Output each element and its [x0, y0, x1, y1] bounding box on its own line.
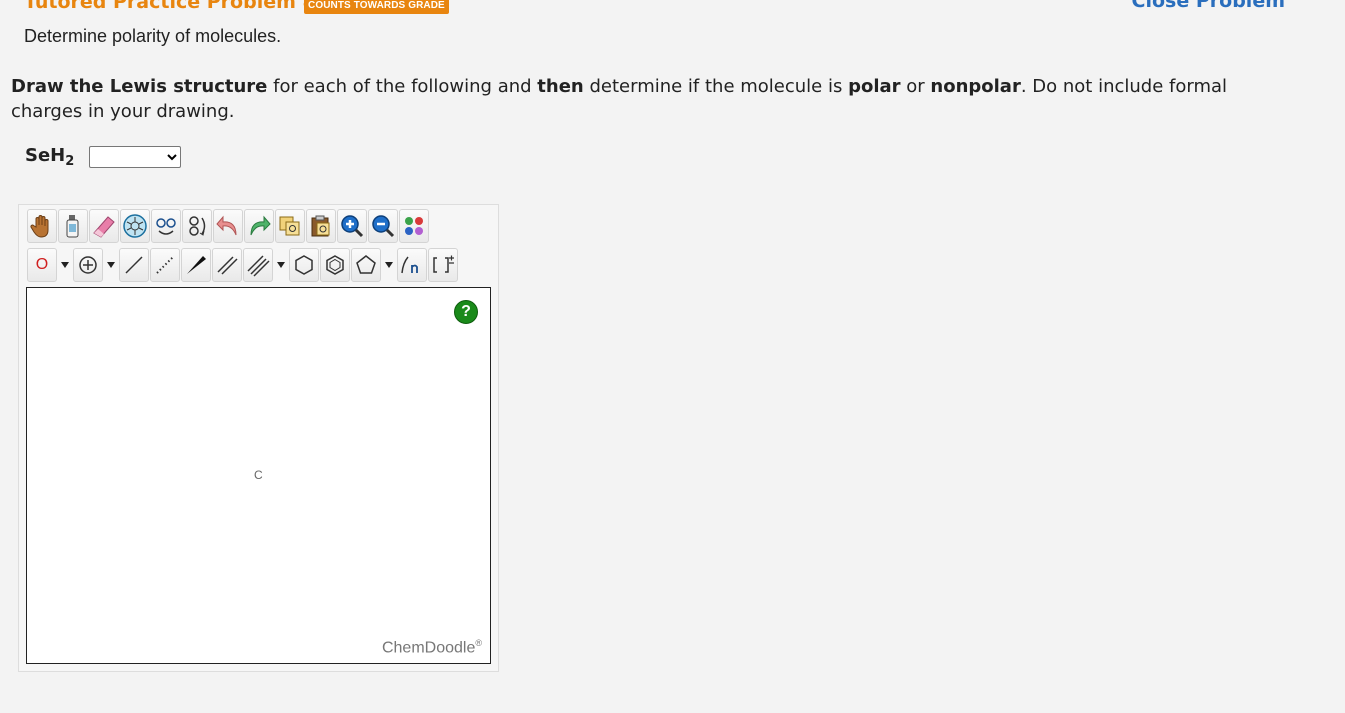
instr-bold-7: nonpolar [930, 76, 1021, 97]
molecule-clean-icon [156, 218, 176, 235]
triangle-down-icon [61, 262, 69, 268]
instr-text-4: determine if the molecule is [583, 76, 849, 97]
grade-badge: COUNTS TOWARDS GRADE [304, 0, 449, 14]
undo-button[interactable] [213, 209, 243, 243]
hexagon-icon [295, 255, 313, 275]
single-bond-button[interactable] [119, 248, 149, 282]
chain-button[interactable] [397, 248, 427, 282]
single-bond-icon [125, 256, 143, 274]
formula-symbol: SeH [25, 145, 66, 166]
benzene-button[interactable] [320, 248, 350, 282]
ring-dropdown-arrow[interactable] [382, 248, 396, 282]
wedge-bond-button[interactable] [181, 248, 211, 282]
cyclopentane-button[interactable] [351, 248, 381, 282]
atom-label-text: O [35, 256, 49, 273]
copy-icon [279, 216, 300, 236]
wedge-bond-icon [187, 256, 206, 274]
charge-dropdown-arrow[interactable] [104, 248, 118, 282]
clear-button[interactable] [58, 209, 88, 243]
bond-dropdown-arrow[interactable] [274, 248, 288, 282]
copy-button[interactable] [275, 209, 305, 243]
zoom-in-button[interactable] [337, 209, 367, 243]
drawing-canvas[interactable]: ? C ChemDoodle® [26, 287, 491, 664]
chain-n-icon [401, 256, 418, 274]
problem-subtitle: Determine polarity of molecules. [24, 26, 282, 46]
molecule-formula: SeH2 [25, 145, 74, 169]
hand-icon [30, 215, 49, 238]
hand-tool-button[interactable] [27, 209, 57, 243]
cleanup-button[interactable] [151, 209, 181, 243]
instr-bold-3: then [537, 76, 584, 97]
formula-subscript: 2 [65, 154, 75, 169]
paste-icon [311, 215, 330, 237]
brand-text: ChemDoodle [381, 639, 476, 656]
plus-charge-icon [79, 256, 97, 274]
triangle-down-icon [107, 262, 115, 268]
chemdoodle-editor: O ? C ChemDoodle® [18, 204, 499, 672]
hashed-bond-button[interactable] [150, 248, 180, 282]
zoom-in-icon [341, 215, 364, 238]
bracket-charge-icon [433, 255, 454, 273]
help-icon[interactable]: ? [454, 300, 478, 324]
ring-template-icon [123, 214, 147, 238]
charge-button[interactable] [73, 248, 103, 282]
toolbar-row-1 [27, 209, 429, 243]
spray-bottle-icon [66, 215, 79, 238]
cyclohexane-button[interactable] [289, 248, 319, 282]
instr-bold-5: polar [848, 76, 901, 97]
eraser-icon [93, 216, 115, 238]
atom-dropdown-arrow[interactable] [58, 248, 72, 282]
triple-bond-icon [247, 255, 270, 277]
hashed-bond-icon [156, 256, 174, 274]
flip-button[interactable] [182, 209, 212, 243]
polarity-select[interactable] [89, 146, 182, 168]
triple-bond-button[interactable] [243, 248, 273, 282]
paste-button[interactable] [306, 209, 336, 243]
double-bond-icon [217, 256, 238, 275]
double-bond-button[interactable] [212, 248, 242, 282]
zoom-out-icon [372, 215, 395, 238]
atom-colors-button[interactable] [399, 209, 429, 243]
atom-colors-icon [405, 217, 423, 235]
toolbar-row-2: O [27, 248, 458, 282]
redo-button[interactable] [244, 209, 274, 243]
close-problem-link[interactable]: Close Problem [1132, 0, 1285, 12]
atom-label-button[interactable]: O [27, 248, 57, 282]
molecule-row: SeH2 [25, 145, 182, 169]
canvas-atom[interactable]: C [254, 468, 263, 482]
benzene-icon [326, 255, 344, 275]
instr-text-6: or [900, 76, 931, 97]
redo-icon [250, 215, 271, 236]
instr-text-2: for each of the following and [267, 76, 538, 97]
brand-mark: ® [475, 637, 482, 648]
triangle-down-icon [385, 262, 393, 268]
template-button[interactable] [120, 209, 150, 243]
zoom-out-button[interactable] [368, 209, 398, 243]
triangle-down-icon [277, 262, 285, 268]
instructions: Draw the Lewis structure for each of the… [11, 74, 1291, 124]
pentagon-icon [356, 255, 376, 274]
chemdoodle-brand: ChemDoodle® [382, 638, 482, 657]
undo-icon [216, 215, 237, 236]
bracket-charge-button[interactable] [428, 248, 458, 282]
rotate-molecule-icon [189, 216, 206, 236]
eraser-button[interactable] [89, 209, 119, 243]
instr-bold-1: Draw the Lewis structure [11, 76, 268, 97]
